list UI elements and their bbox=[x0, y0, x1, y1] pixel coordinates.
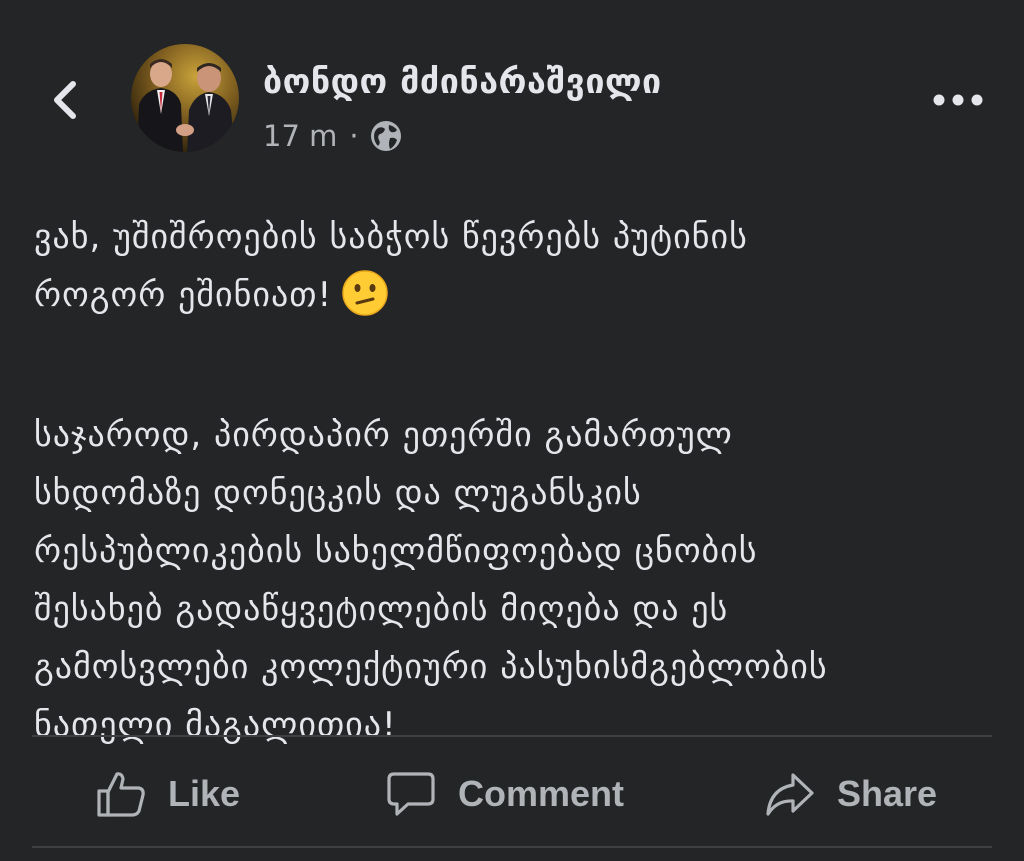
comment-label: Comment bbox=[458, 773, 625, 814]
divider bbox=[32, 735, 992, 737]
profile-photo bbox=[131, 44, 239, 152]
post-text: ვახ, უშიშროების საბჭოს წევრებს პუტინის რ… bbox=[34, 208, 994, 754]
back-button[interactable] bbox=[40, 72, 88, 128]
share-arrow-icon bbox=[766, 773, 814, 816]
thumbs-up-icon bbox=[97, 772, 145, 817]
chevron-left-icon bbox=[54, 81, 76, 119]
author-name[interactable]: ბონდო მძინარაშვილი bbox=[263, 62, 662, 102]
more-horizontal-icon bbox=[933, 94, 983, 106]
post-paragraph: საჯაროდ, პირდაპირ ეთერში გამართულ სხდომა… bbox=[34, 415, 828, 745]
divider bbox=[32, 846, 992, 848]
more-options-button[interactable] bbox=[928, 80, 988, 120]
globe-icon[interactable] bbox=[369, 119, 403, 153]
post-paragraph: ვახ, უშიშროების საბჭოს წევრებს პუტინის რ… bbox=[34, 208, 994, 324]
like-button[interactable]: Like bbox=[96, 764, 240, 824]
post-paragraph-text: ვახ, უშიშროების საბჭოს წევრებს პუტინის რ… bbox=[34, 217, 748, 315]
post-meta: 17 m · bbox=[263, 116, 403, 156]
comment-icon bbox=[387, 772, 435, 816]
share-button[interactable]: Share bbox=[765, 764, 937, 824]
meta-separator: · bbox=[349, 119, 359, 153]
avatar[interactable] bbox=[131, 44, 239, 152]
post-timestamp[interactable]: 17 m bbox=[263, 119, 337, 153]
confused-face-icon bbox=[342, 270, 388, 316]
action-bar: Like Comment Share bbox=[0, 750, 1024, 840]
comment-button[interactable]: Comment bbox=[386, 764, 624, 824]
like-label: Like bbox=[168, 773, 241, 814]
share-label: Share bbox=[837, 773, 938, 814]
